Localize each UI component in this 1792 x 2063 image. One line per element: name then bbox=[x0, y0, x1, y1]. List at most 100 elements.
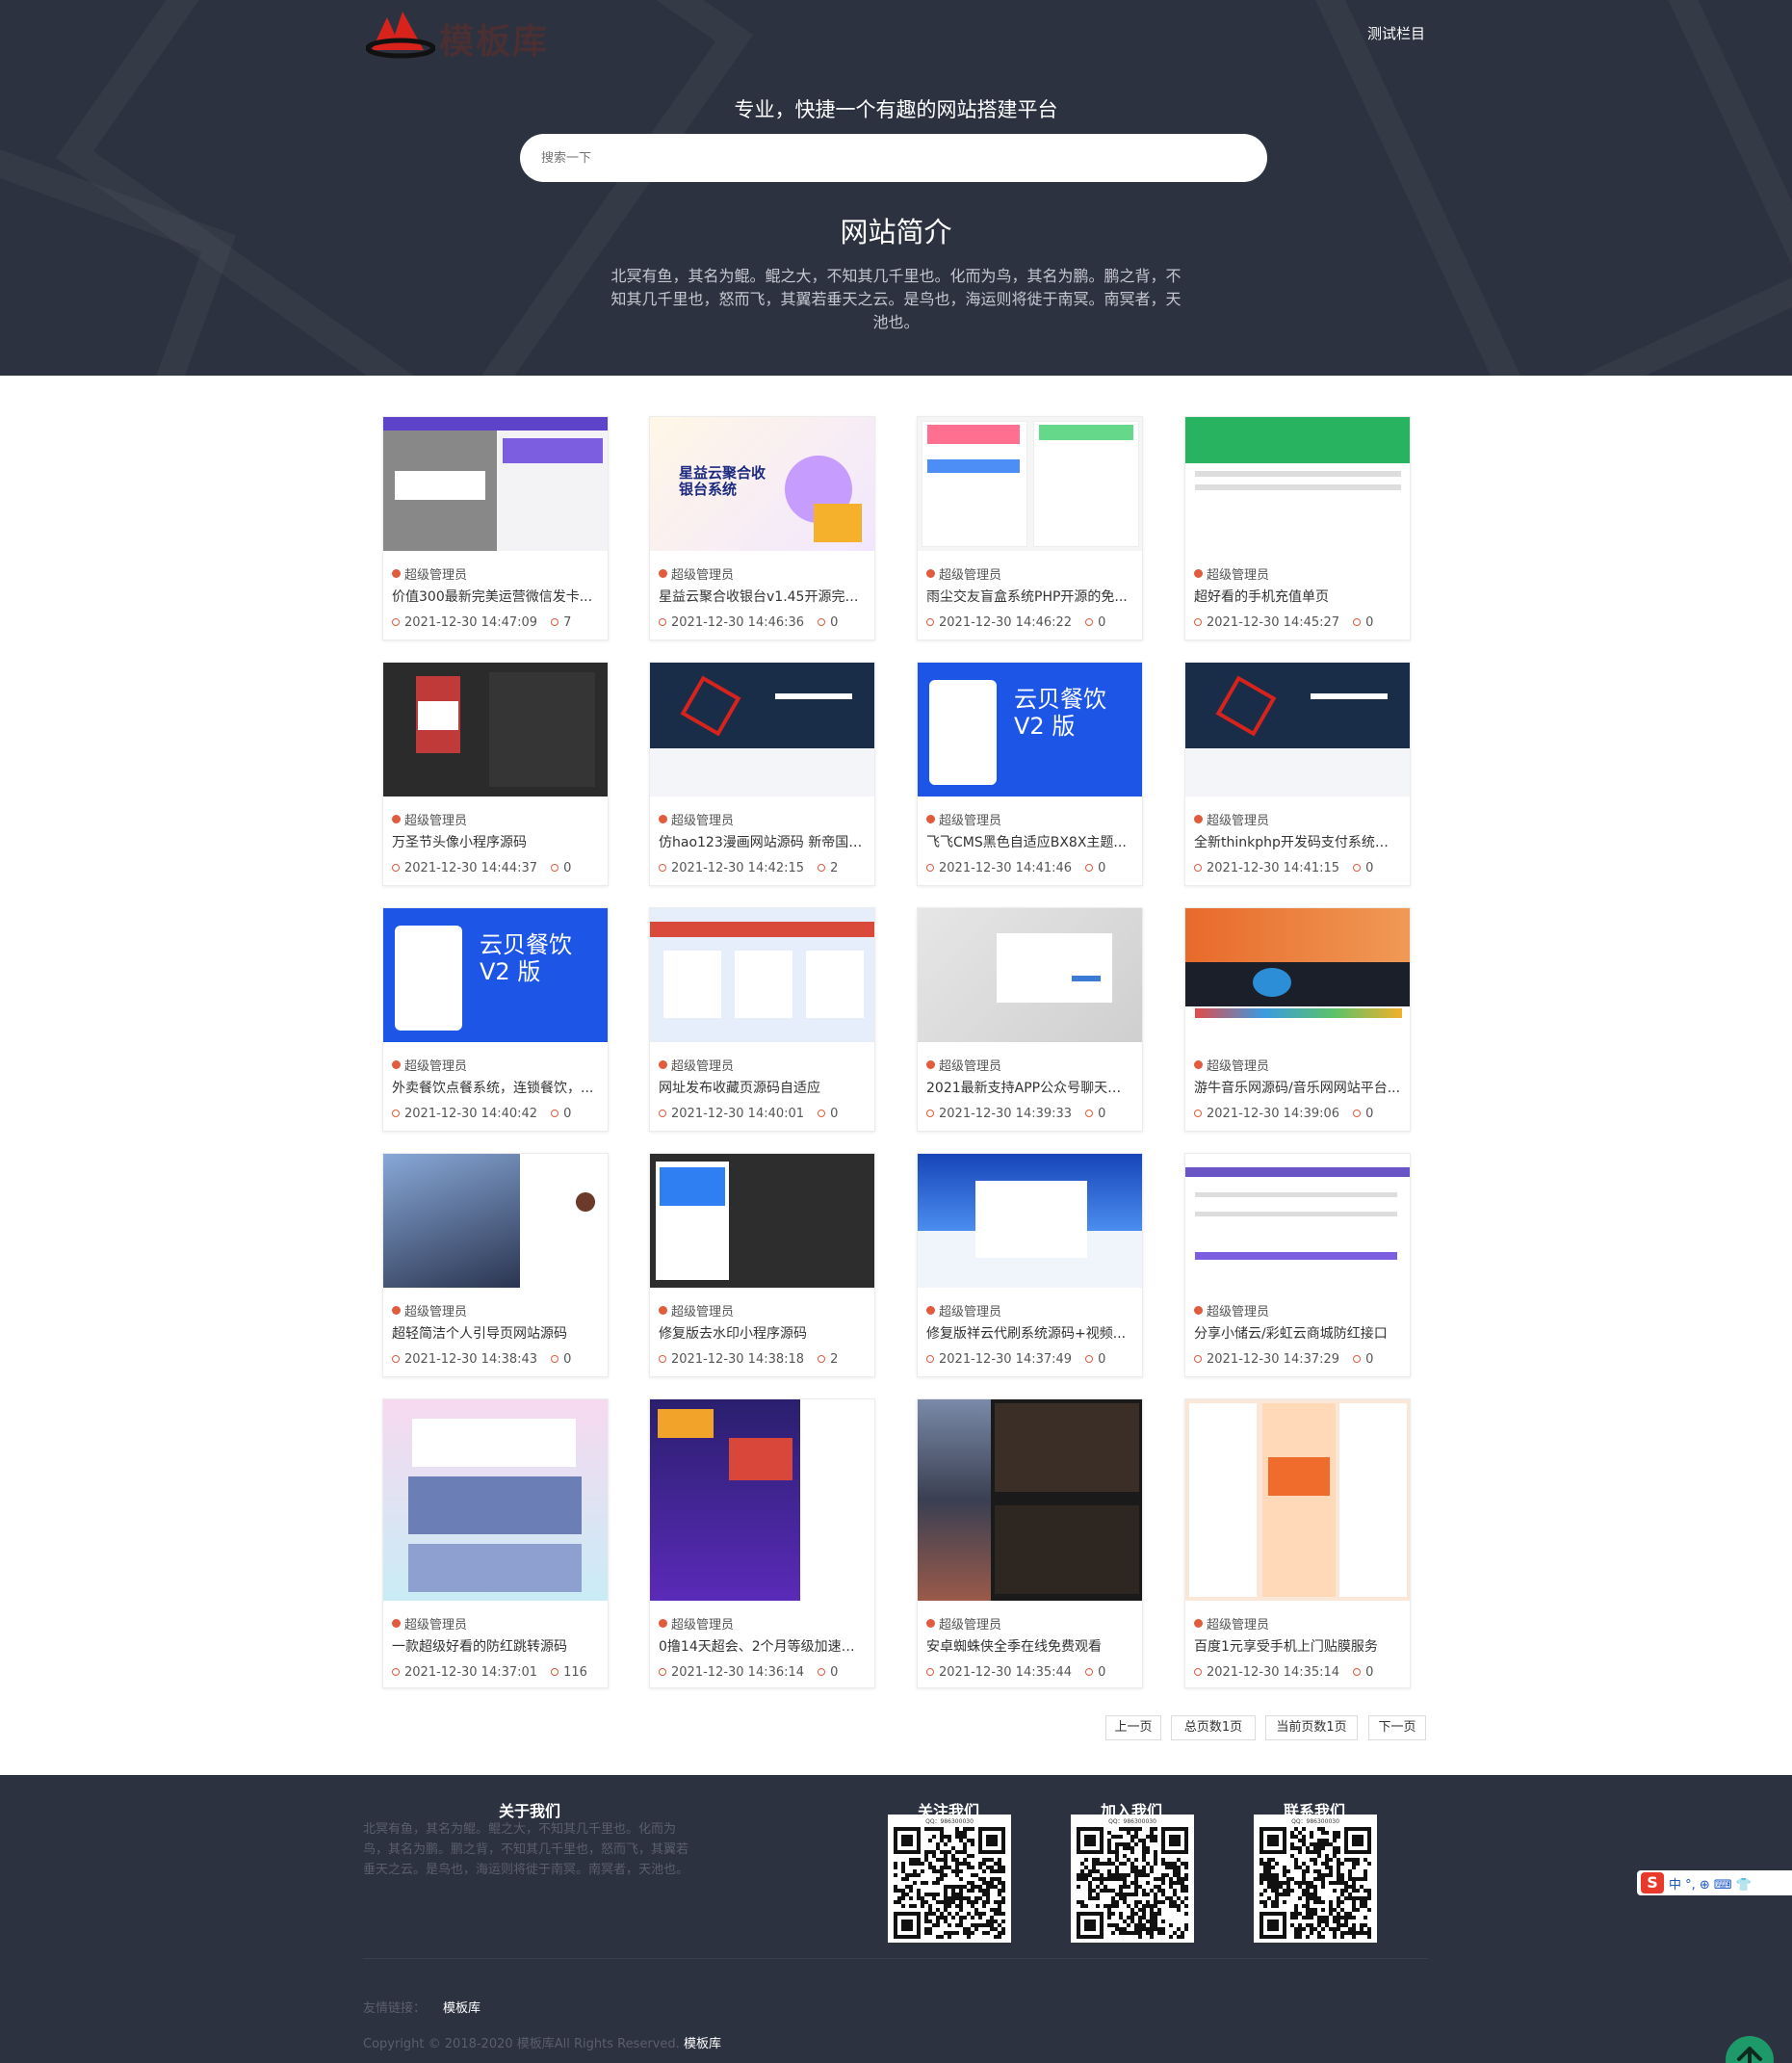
article-thumbnail[interactable] bbox=[650, 1399, 874, 1601]
eye-icon bbox=[551, 1110, 559, 1117]
article-card[interactable]: 云贝餐饮 V2 版 超级管理员 飞飞CMS黑色自适应BX8X主题... 2021-… bbox=[917, 662, 1143, 886]
article-card[interactable]: 超级管理员 仿hao123漫画网站源码 新帝国C... 2021-12-30 1… bbox=[649, 662, 875, 886]
eye-icon bbox=[1353, 1355, 1362, 1363]
article-title[interactable]: 超轻简洁个人引导页网站源码 bbox=[392, 1323, 599, 1343]
article-thumbnail[interactable] bbox=[383, 663, 608, 796]
article-title[interactable]: 游牛音乐网源码/音乐网网站平台... bbox=[1194, 1078, 1401, 1097]
article-thumbnail[interactable] bbox=[1185, 417, 1410, 551]
article-title[interactable]: 一款超级好看的防红跳转源码 bbox=[392, 1636, 599, 1656]
copyright-link[interactable]: 模板库 bbox=[684, 2037, 721, 2051]
eye-icon bbox=[1085, 1355, 1094, 1363]
clock-icon bbox=[926, 864, 934, 872]
article-card[interactable]: 超级管理员 游牛音乐网源码/音乐网网站平台... 2021-12-30 14:3… bbox=[1184, 907, 1411, 1132]
article-card[interactable]: 超级管理员 安卓蜘蛛侠全季在线免费观看 2021-12-30 14:35:44 … bbox=[917, 1398, 1143, 1688]
article-info: 2021-12-30 14:37:01 116 bbox=[392, 1663, 599, 1681]
article-title[interactable]: 2021最新支持APP公众号聊天在... bbox=[926, 1078, 1133, 1097]
article-card[interactable]: 超级管理员 全新thinkphp开发码支付系统三... 2021-12-30 1… bbox=[1184, 662, 1411, 886]
article-card[interactable]: 星益云聚合收 银台系统 超级管理员 星益云聚合收银台v1.45开源完整... 20… bbox=[649, 416, 875, 640]
clock-icon bbox=[392, 864, 400, 872]
article-card[interactable]: 超级管理员 一款超级好看的防红跳转源码 2021-12-30 14:37:01 … bbox=[382, 1398, 609, 1688]
next-page-button[interactable]: 下一页 bbox=[1368, 1715, 1426, 1740]
article-card[interactable]: 超级管理员 分享小储云/彩虹云商城防红接口 2021-12-30 14:37:2… bbox=[1184, 1153, 1411, 1377]
article-card[interactable]: 超级管理员 万圣节头像小程序源码 2021-12-30 14:44:37 0 bbox=[382, 662, 609, 886]
article-card[interactable]: 超级管理员 雨尘交友盲盒系统PHP开源的免... 2021-12-30 14:4… bbox=[917, 416, 1143, 640]
footer-divider bbox=[363, 1958, 1428, 1959]
article-title[interactable]: 百度1元享受手机上门贴膜服务 bbox=[1194, 1636, 1401, 1656]
article-date: 2021-12-30 14:40:42 bbox=[404, 1106, 538, 1121]
article-card[interactable]: 超级管理员 0撸14天超会、2个月等级加速包... 2021-12-30 14:… bbox=[649, 1398, 875, 1688]
article-thumbnail[interactable] bbox=[1185, 908, 1410, 1042]
article-views: 116 bbox=[551, 1665, 587, 1680]
article-card[interactable]: 超级管理员 网址发布收藏页源码自适应 2021-12-30 14:40:01 0 bbox=[649, 907, 875, 1132]
article-card[interactable]: 超级管理员 2021最新支持APP公众号聊天在... 2021-12-30 14… bbox=[917, 907, 1143, 1132]
prev-page-button[interactable]: 上一页 bbox=[1105, 1715, 1161, 1740]
article-title[interactable]: 修复版去水印小程序源码 bbox=[659, 1323, 866, 1343]
article-card[interactable]: 云贝餐饮 V2 版 超级管理员 外卖餐饮点餐系统，连锁餐饮，... 2021-12… bbox=[382, 907, 609, 1132]
article-views: 0 bbox=[1085, 1352, 1105, 1367]
article-card[interactable]: 超级管理员 超轻简洁个人引导页网站源码 2021-12-30 14:38:43 … bbox=[382, 1153, 609, 1377]
article-title[interactable]: 分享小储云/彩虹云商城防红接口 bbox=[1194, 1323, 1401, 1343]
article-author: 超级管理员 bbox=[659, 1301, 866, 1319]
article-title[interactable]: 超好看的手机充值单页 bbox=[1194, 587, 1401, 606]
site-logo[interactable]: 模板库 bbox=[366, 6, 568, 62]
article-title[interactable]: 雨尘交友盲盒系统PHP开源的免... bbox=[926, 587, 1133, 606]
back-to-top-icon[interactable] bbox=[1726, 2036, 1774, 2063]
article-title[interactable]: 万圣节头像小程序源码 bbox=[392, 832, 599, 851]
article-title[interactable]: 网址发布收藏页源码自适应 bbox=[659, 1078, 866, 1097]
intro-text: 北冥有鱼，其名为鲲。鲲之大，不知其几千里也。化而为鸟，其名为鹏。鹏之背，不知其几… bbox=[610, 267, 1182, 331]
user-icon bbox=[926, 1618, 935, 1628]
article-thumbnail[interactable] bbox=[383, 417, 608, 551]
user-icon bbox=[659, 1618, 667, 1628]
article-title[interactable]: 全新thinkphp开发码支付系统三... bbox=[1194, 832, 1401, 851]
article-date: 2021-12-30 14:37:49 bbox=[939, 1351, 1073, 1367]
article-thumbnail[interactable] bbox=[918, 417, 1142, 551]
logo-icon bbox=[366, 12, 435, 59]
search-input[interactable] bbox=[520, 134, 1267, 182]
article-date: 2021-12-30 14:35:14 bbox=[1207, 1664, 1340, 1680]
article-thumbnail[interactable] bbox=[918, 908, 1142, 1042]
article-info: 2021-12-30 14:35:44 0 bbox=[926, 1663, 1133, 1681]
article-card[interactable]: 超级管理员 修复版祥云代刷系统源码+视频... 2021-12-30 14:37… bbox=[917, 1153, 1143, 1377]
article-thumbnail[interactable] bbox=[918, 1399, 1142, 1601]
article-title[interactable]: 星益云聚合收银台v1.45开源完整... bbox=[659, 587, 866, 606]
article-card[interactable]: 超级管理员 超好看的手机充值单页 2021-12-30 14:45:27 0 bbox=[1184, 416, 1411, 640]
article-thumbnail[interactable] bbox=[1185, 663, 1410, 796]
friend-link-mobanku[interactable]: 模板库 bbox=[443, 2001, 480, 2016]
article-title[interactable]: 外卖餐饮点餐系统，连锁餐饮，... bbox=[392, 1078, 599, 1097]
article-thumbnail[interactable] bbox=[383, 1154, 608, 1288]
article-thumbnail[interactable] bbox=[650, 908, 874, 1042]
article-thumbnail[interactable] bbox=[650, 663, 874, 796]
article-info: 2021-12-30 14:39:06 0 bbox=[1194, 1105, 1401, 1122]
clock-icon bbox=[659, 864, 666, 872]
clock-icon bbox=[1194, 1668, 1202, 1676]
article-thumbnail[interactable]: 星益云聚合收 银台系统 bbox=[650, 417, 874, 551]
clock-icon bbox=[926, 1668, 934, 1676]
ime-toolbar[interactable]: S 中 °, ⊕ ⌨ 👕 bbox=[1637, 1870, 1792, 1895]
clock-icon bbox=[392, 1668, 400, 1676]
about-text: 北冥有鱼，其名为鲲。鲲之大，不知其几千里也。化而为鸟，其名为鹏。鹏之背，不知其几… bbox=[363, 1822, 689, 1877]
clock-icon bbox=[659, 1355, 666, 1363]
nav-link-test-column[interactable]: 测试栏目 bbox=[1367, 23, 1425, 43]
article-title[interactable]: 仿hao123漫画网站源码 新帝国C... bbox=[659, 832, 866, 851]
article-title[interactable]: 价值300最新完美运营微信发卡... bbox=[392, 587, 599, 606]
article-thumbnail[interactable] bbox=[650, 1154, 874, 1288]
eye-icon bbox=[818, 1668, 826, 1676]
article-thumbnail[interactable] bbox=[1185, 1399, 1410, 1601]
logo-text: 模板库 bbox=[439, 21, 550, 62]
article-card[interactable]: 超级管理员 价值300最新完美运营微信发卡... 2021-12-30 14:4… bbox=[382, 416, 609, 640]
article-thumbnail[interactable]: 云贝餐饮 V2 版 bbox=[918, 663, 1142, 796]
user-icon bbox=[392, 568, 401, 578]
article-thumbnail[interactable] bbox=[918, 1154, 1142, 1288]
user-icon bbox=[392, 814, 401, 823]
article-thumbnail[interactable] bbox=[1185, 1154, 1410, 1288]
article-card[interactable]: 超级管理员 修复版去水印小程序源码 2021-12-30 14:38:18 2 bbox=[649, 1153, 875, 1377]
article-title[interactable]: 飞飞CMS黑色自适应BX8X主题... bbox=[926, 832, 1133, 851]
article-thumbnail[interactable] bbox=[383, 1399, 608, 1601]
article-title[interactable]: 安卓蜘蛛侠全季在线免费观看 bbox=[926, 1636, 1133, 1656]
clock-icon bbox=[926, 1355, 934, 1363]
user-icon bbox=[926, 814, 935, 823]
article-thumbnail[interactable]: 云贝餐饮 V2 版 bbox=[383, 908, 608, 1042]
article-title[interactable]: 修复版祥云代刷系统源码+视频... bbox=[926, 1323, 1133, 1343]
article-card[interactable]: 超级管理员 百度1元享受手机上门贴膜服务 2021-12-30 14:35:14… bbox=[1184, 1398, 1411, 1688]
article-title[interactable]: 0撸14天超会、2个月等级加速包... bbox=[659, 1636, 866, 1656]
